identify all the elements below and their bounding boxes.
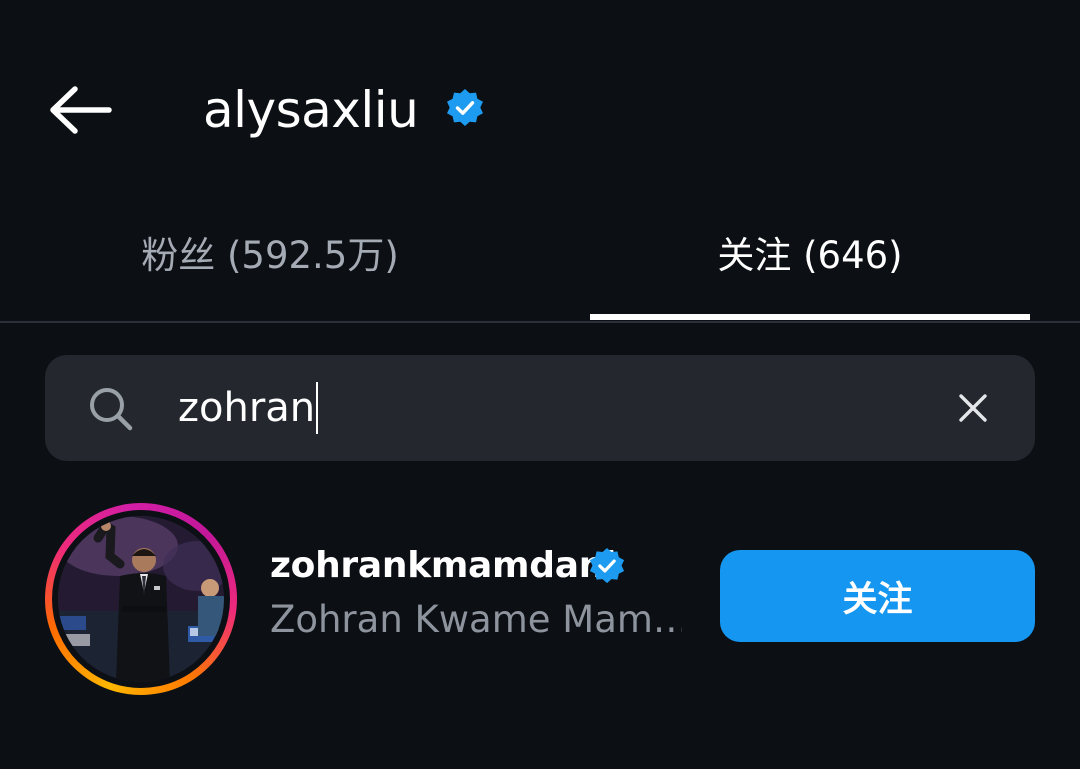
- avatar: [58, 516, 224, 682]
- verified-badge-icon: [447, 89, 483, 126]
- back-button[interactable]: [40, 78, 120, 142]
- search-icon: [90, 388, 133, 431]
- verified-badge-icon: [589, 547, 625, 584]
- tab-followers-label: 粉丝 (592.5万): [141, 234, 399, 277]
- text-cursor: [316, 382, 319, 434]
- tab-following-label: 关注 (646): [717, 234, 903, 277]
- tab-followers[interactable]: 粉丝 (592.5万): [0, 215, 540, 321]
- clear-search-button[interactable]: [948, 383, 998, 433]
- search-input-value: zohran: [178, 385, 316, 431]
- story-ring[interactable]: [45, 503, 237, 695]
- close-icon: [959, 394, 987, 422]
- result-full-name: Zohran Kwame Mam…: [270, 598, 682, 641]
- avatar-image: [58, 516, 224, 682]
- follow-button[interactable]: 关注: [720, 550, 1035, 642]
- result-username[interactable]: zohrankmamdani: [270, 543, 616, 589]
- tab-bar: 粉丝 (592.5万) 关注 (646): [0, 215, 1080, 323]
- following-screen: alysaxliu 粉丝 (592.5万) 关注 (646) zohran zo…: [0, 0, 1080, 769]
- header: alysaxliu: [0, 0, 1080, 215]
- search-input[interactable]: zohran: [178, 375, 319, 441]
- profile-username: alysaxliu: [203, 81, 419, 139]
- list-item[interactable]: zohrankmamdani Zohran Kwame Mam… 关注: [0, 490, 1080, 700]
- tab-following[interactable]: 关注 (646): [540, 215, 1080, 321]
- arrow-left-icon: [50, 86, 112, 134]
- active-tab-indicator: [590, 314, 1030, 320]
